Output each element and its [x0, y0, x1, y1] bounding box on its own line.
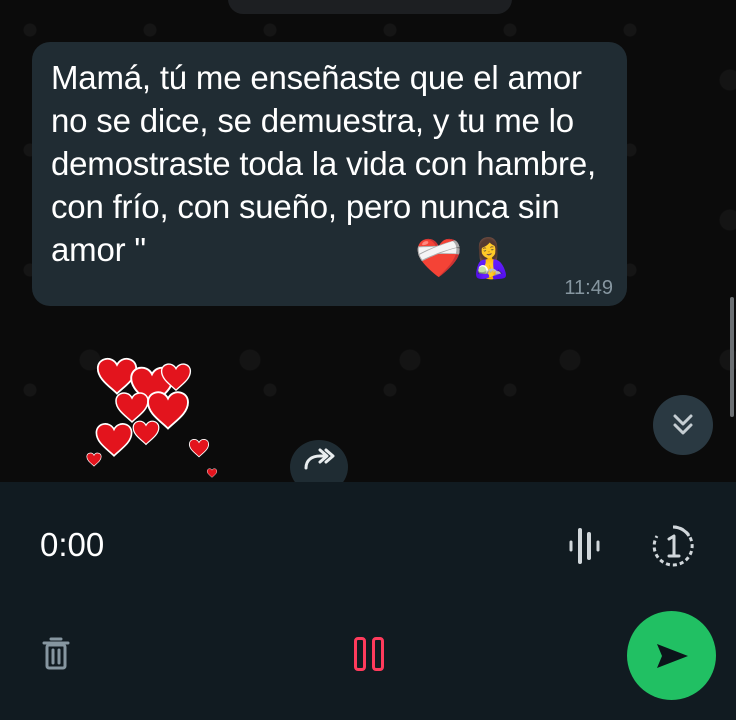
pause-icon: [372, 637, 384, 671]
message-emojis: ❤️‍🩹 🤱: [415, 232, 514, 286]
pause-button[interactable]: [346, 632, 392, 676]
heart-icon: [206, 468, 218, 478]
chat-area[interactable]: Mamá, tú me enseñaste que el amor no se …: [0, 0, 736, 482]
voice-recorder-panel: 0:00: [0, 482, 736, 720]
double-chevron-down-icon: [673, 414, 693, 435]
send-icon: [656, 643, 688, 668]
heart-icon: [95, 423, 133, 457]
send-button[interactable]: [627, 611, 716, 700]
heart-icon: [86, 452, 102, 467]
breastfeeding-emoji: 🤱: [466, 238, 514, 280]
message-time: 11:49: [564, 277, 613, 299]
heart-icon: [188, 438, 210, 458]
recording-timer: 0:00: [40, 526, 105, 563]
scroll-down-button[interactable]: [653, 395, 713, 455]
message-text: Mamá, tú me enseñaste que el amor no se …: [51, 59, 596, 268]
top-bar-pill: [228, 0, 512, 14]
heart-icon: [132, 420, 160, 445]
message-bubble[interactable]: Mamá, tú me enseñaste que el amor no se …: [32, 42, 627, 306]
waveform-icon[interactable]: [567, 524, 601, 568]
hearts-sticker[interactable]: [84, 350, 224, 482]
view-once-icon[interactable]: [651, 524, 695, 568]
mending-heart-emoji: ❤️‍🩹: [415, 238, 463, 280]
scrollbar-thumb[interactable]: [730, 297, 734, 417]
pause-icon: [354, 637, 366, 671]
forward-arrow-icon: [304, 448, 335, 470]
trash-icon[interactable]: [42, 636, 70, 670]
heart-icon: [115, 392, 149, 423]
forward-button[interactable]: [290, 440, 348, 482]
